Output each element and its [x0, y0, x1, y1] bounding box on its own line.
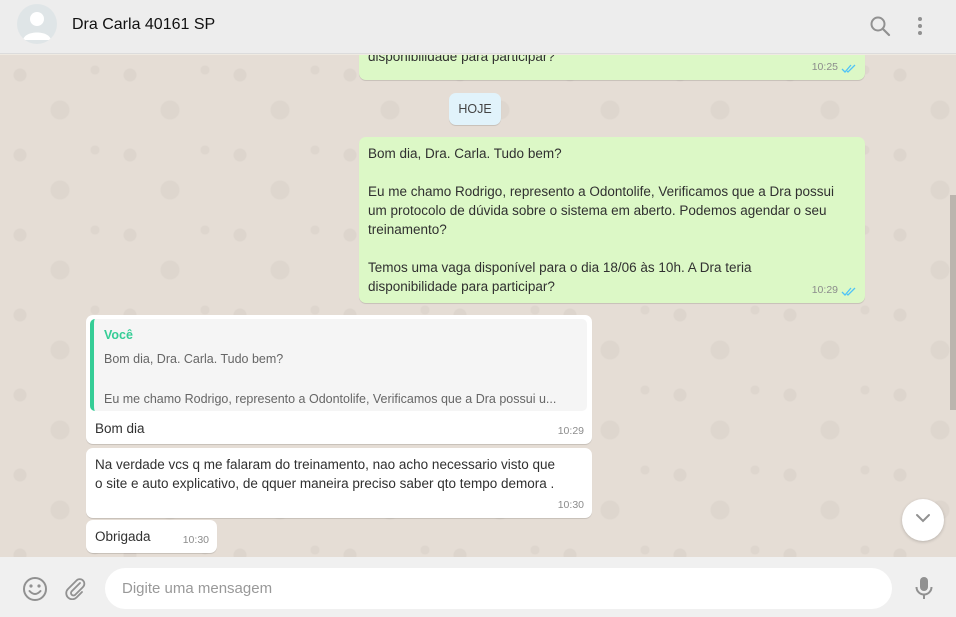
message-time: 10:29: [557, 425, 584, 437]
mic-icon[interactable]: [912, 575, 936, 606]
date-divider: HOJE: [449, 93, 501, 125]
chat-header: Dra Carla 40161 SP: [0, 0, 956, 54]
emoji-icon[interactable]: [22, 576, 48, 607]
message-text: Bom dia: [95, 421, 145, 436]
message-text: disponibilidade para participar?: [368, 55, 555, 64]
message-text-line: disponibilidade para participar?: [368, 279, 555, 294]
quote-text-line: Eu me chamo Rodrigo, represento a Odonto…: [104, 392, 557, 406]
message-bubble-outgoing[interactable]: Bom dia, Dra. Carla. Tudo bem? Eu me cham…: [359, 137, 865, 303]
message-list[interactable]: disponibilidade para participar? 10:25 H…: [0, 55, 956, 557]
message-time: 10:30: [182, 534, 209, 546]
quote-text-line: Bom dia, Dra. Carla. Tudo bem?: [104, 352, 284, 366]
search-icon[interactable]: [868, 14, 892, 38]
message-text: Bom dia, Dra. Carla. Tudo bem? Eu me cham…: [368, 144, 834, 296]
read-ticks-icon: [841, 285, 857, 296]
read-ticks-icon: [841, 62, 857, 73]
message-text: Na verdade vcs q me falaram do treinamen…: [95, 455, 555, 493]
message-meta: 10:29: [558, 422, 584, 441]
message-text-line: Eu me chamo Rodrigo, represento a Odonto…: [368, 184, 834, 199]
quote-author: Você: [104, 328, 133, 342]
scrollbar[interactable]: [950, 195, 956, 410]
message-time: 10:25: [811, 61, 838, 73]
message-time: 10:30: [557, 499, 584, 511]
message-bubble-incoming[interactable]: Na verdade vcs q me falaram do treinamen…: [86, 448, 592, 518]
message-text-line: Bom dia, Dra. Carla. Tudo bem?: [368, 146, 562, 161]
chevron-down-icon: [914, 509, 932, 532]
menu-icon[interactable]: [908, 14, 932, 38]
message-text-line: o site e auto explicativo, de qquer mane…: [95, 476, 555, 491]
message-meta: 10:29: [812, 281, 857, 300]
message-text-line: treinamento?: [368, 222, 447, 237]
contact-avatar[interactable]: [17, 4, 57, 44]
message-meta: 10:30: [558, 496, 584, 515]
message-text-line: um protocolo de dúvida sobre o sistema e…: [368, 203, 827, 218]
message-bubble-incoming[interactable]: Obrigada 10:30: [86, 520, 217, 553]
message-text-line: [368, 239, 834, 258]
message-text: Obrigada: [95, 529, 151, 544]
scroll-to-bottom-button[interactable]: [902, 499, 944, 541]
message-meta: 10:30: [183, 531, 209, 550]
message-meta: 10:25: [812, 58, 857, 77]
message-bubble-outgoing[interactable]: disponibilidade para participar? 10:25: [359, 55, 865, 80]
message-time: 10:29: [811, 284, 838, 296]
quoted-message[interactable]: Você Bom dia, Dra. Carla. Tudo bem? Eu m…: [90, 319, 587, 411]
contact-name[interactable]: Dra Carla 40161 SP: [72, 16, 215, 34]
composer-bar: [0, 557, 956, 617]
message-bubble-incoming[interactable]: Você Bom dia, Dra. Carla. Tudo bem? Eu m…: [86, 315, 592, 444]
message-text-line: [368, 163, 834, 182]
message-text-line: Na verdade vcs q me falaram do treinamen…: [95, 457, 556, 472]
message-input[interactable]: [105, 568, 892, 609]
message-text-line: Temos uma vaga disponível para o dia 18/…: [368, 260, 752, 275]
attach-icon[interactable]: [63, 576, 87, 605]
